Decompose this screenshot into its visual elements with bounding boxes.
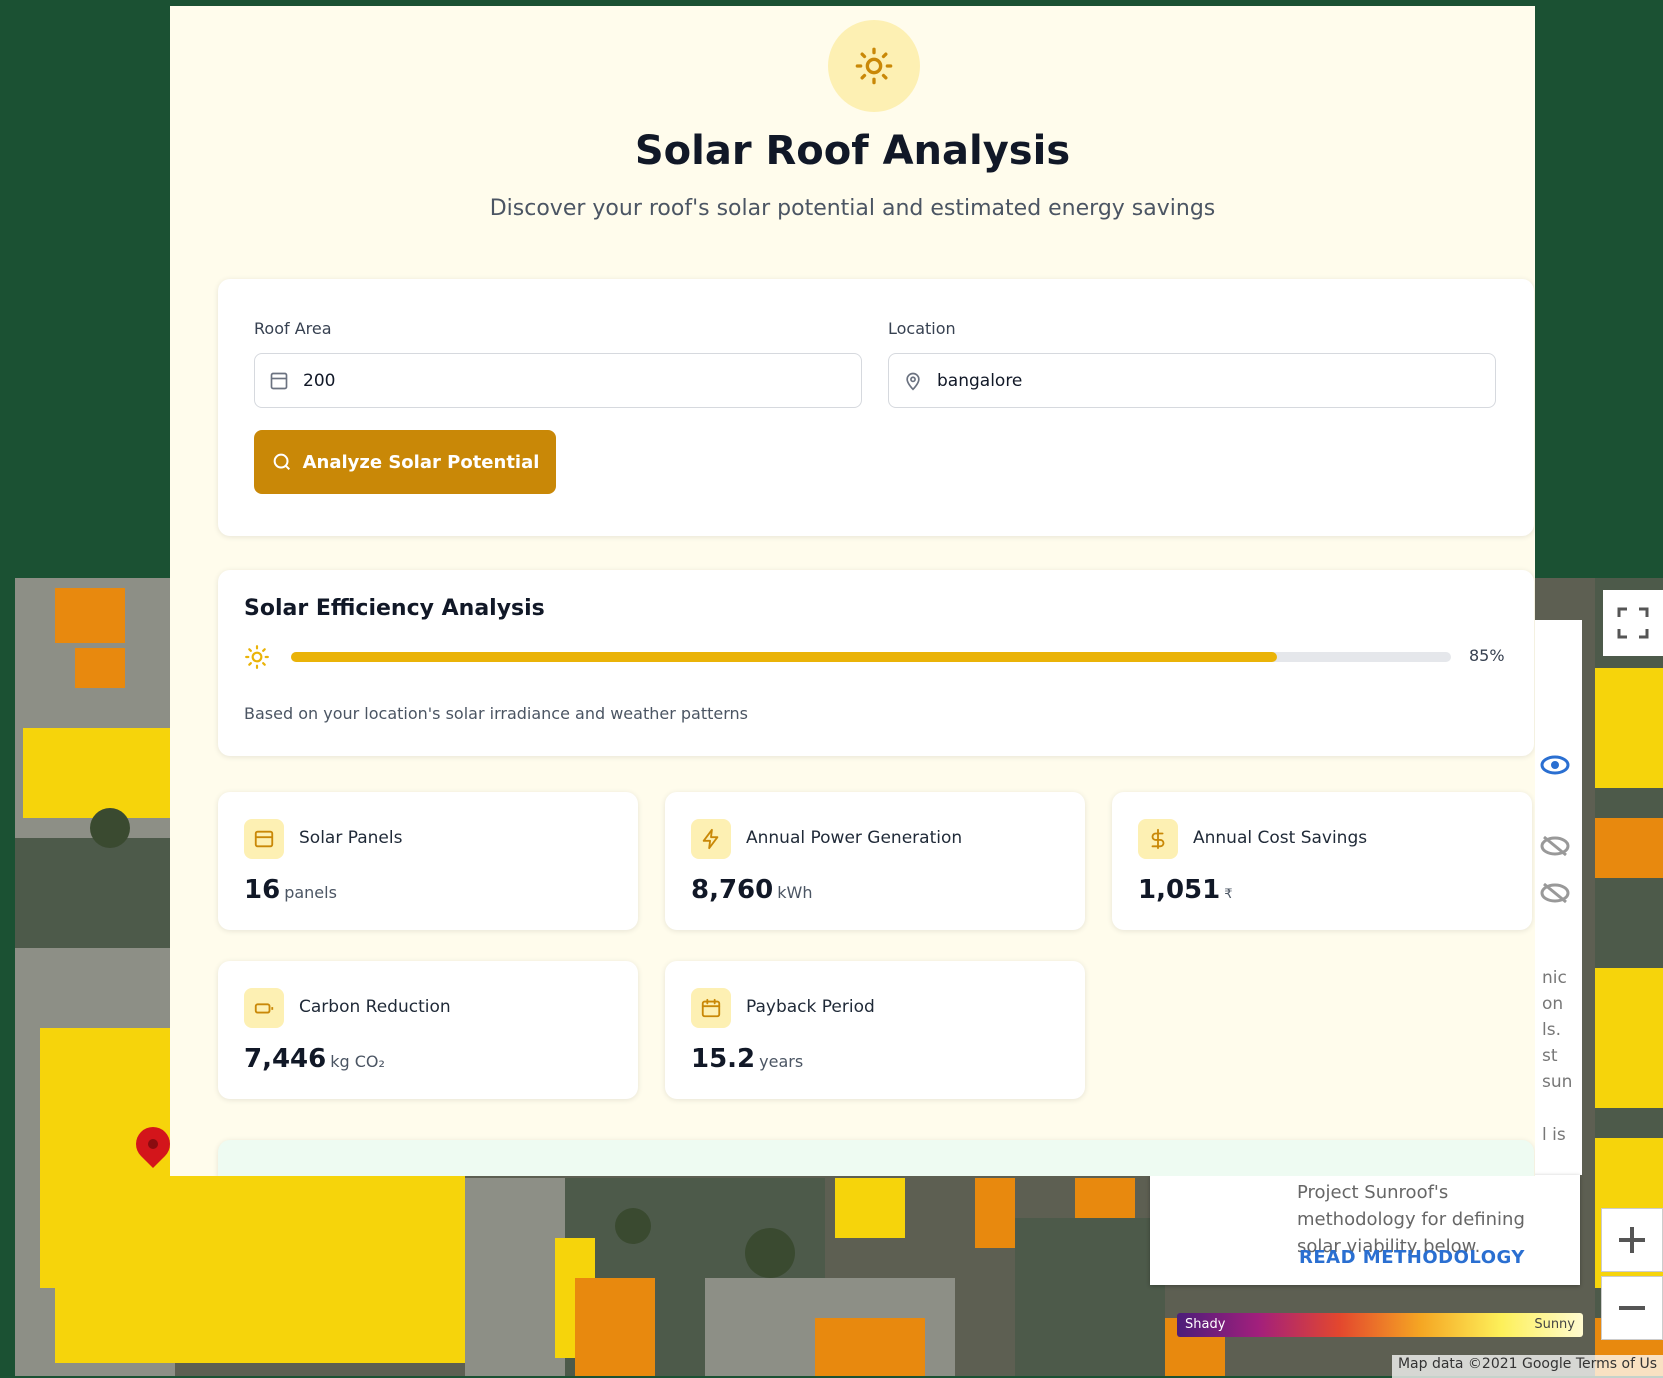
- stat-card-solar-panels: Solar Panels 16 panels: [218, 792, 638, 930]
- stat-value: 15.2 years: [691, 1044, 804, 1074]
- stat-unit: years: [759, 1052, 804, 1071]
- eye-off-icon[interactable]: [1540, 835, 1570, 857]
- stat-value: 7,446 kg CO₂: [244, 1044, 385, 1074]
- page-subtitle: Discover your roof's solar potential and…: [489, 196, 1216, 221]
- stat-unit: ₹: [1224, 887, 1233, 902]
- map-attribution[interactable]: Map data ©2021 Google Terms of Us: [1391, 1355, 1663, 1378]
- efficiency-card: Solar Efficiency Analysis 85% Based on y…: [218, 570, 1534, 756]
- search-icon: [273, 453, 290, 471]
- stat-card-payback-period: Payback Period 15.2 years: [665, 961, 1085, 1099]
- stat-label: Annual Cost Savings: [1193, 828, 1368, 848]
- efficiency-progress-bar: [291, 652, 1451, 662]
- eye-off-icon[interactable]: [1540, 882, 1570, 904]
- plus-icon: [1619, 1227, 1645, 1253]
- panel-text-fragment: sun: [1542, 1072, 1573, 1092]
- recommendations-card: [218, 1140, 1534, 1176]
- stat-value: 1,051 ₹: [1138, 875, 1233, 905]
- stat-unit: kg CO₂: [330, 1052, 385, 1071]
- map-pin-icon: [906, 372, 920, 391]
- sun-icon: [855, 47, 893, 85]
- legend-shady-label: Shady: [1185, 1317, 1226, 1332]
- read-methodology-link[interactable]: READ METHODOLOGY: [1299, 1247, 1525, 1268]
- stat-label: Annual Power Generation: [746, 828, 963, 848]
- stat-unit: panels: [284, 883, 337, 902]
- legend-sunny-label: Sunny: [1534, 1317, 1575, 1332]
- methodology-card: Project Sunroof's methodology for defini…: [1150, 1175, 1580, 1285]
- location-input[interactable]: [935, 369, 1424, 392]
- stat-label: Carbon Reduction: [299, 997, 451, 1017]
- area-icon: [270, 372, 288, 389]
- dollar-icon: [1138, 819, 1178, 859]
- panel-text-fragment: ls.: [1542, 1020, 1561, 1040]
- efficiency-title: Solar Efficiency Analysis: [244, 596, 545, 621]
- location-field[interactable]: [888, 353, 1496, 408]
- analysis-form: Roof Area Location Analyze Solar Potenti…: [218, 279, 1534, 536]
- stat-card-annual-power: Annual Power Generation 8,760 kWh: [665, 792, 1085, 930]
- zoom-out-button[interactable]: [1601, 1276, 1663, 1340]
- fullscreen-icon: [1617, 607, 1649, 639]
- analyze-button[interactable]: Analyze Solar Potential: [254, 430, 556, 494]
- efficiency-percent: 85%: [1469, 646, 1505, 665]
- roof-area-field[interactable]: [254, 353, 862, 408]
- minus-icon: [1619, 1306, 1645, 1310]
- panel-text-fragment: st: [1542, 1046, 1558, 1066]
- sun-icon: [245, 645, 269, 669]
- sun-badge: [828, 20, 920, 112]
- solar-analysis-panel: Solar Roof Analysis Discover your roof's…: [170, 6, 1535, 1176]
- page-title: Solar Roof Analysis: [634, 128, 1071, 174]
- sunlight-legend: Shady Sunny: [1177, 1313, 1583, 1337]
- stat-unit: kWh: [777, 883, 813, 902]
- panel-text-fragment: on: [1542, 994, 1564, 1014]
- location-label: Location: [888, 319, 956, 338]
- stat-value: 16 panels: [244, 875, 337, 905]
- stat-value: 8,760 kWh: [691, 875, 813, 905]
- zoom-in-button[interactable]: [1601, 1208, 1663, 1272]
- bolt-icon: [691, 819, 731, 859]
- panel-text-fragment: l is: [1542, 1125, 1566, 1145]
- fullscreen-button[interactable]: [1603, 590, 1663, 656]
- map-side-panel: nic on ls. st sun l is: [1532, 620, 1582, 1175]
- stat-label: Payback Period: [746, 997, 875, 1017]
- stat-card-annual-savings: Annual Cost Savings 1,051 ₹: [1112, 792, 1532, 930]
- panel-text-fragment: nic: [1542, 968, 1567, 988]
- roof-area-label: Roof Area: [254, 319, 332, 338]
- battery-icon: [244, 988, 284, 1028]
- stat-label: Solar Panels: [299, 828, 403, 848]
- calendar-icon: [691, 988, 731, 1028]
- stat-card-carbon-reduction: Carbon Reduction 7,446 kg CO₂: [218, 961, 638, 1099]
- roof-area-input[interactable]: [301, 369, 790, 392]
- solar-panel-icon: [244, 819, 284, 859]
- efficiency-note: Based on your location's solar irradianc…: [244, 704, 748, 723]
- eye-icon[interactable]: [1540, 755, 1570, 775]
- efficiency-progress-fill: [291, 652, 1277, 662]
- analyze-button-label: Analyze Solar Potential: [302, 451, 540, 473]
